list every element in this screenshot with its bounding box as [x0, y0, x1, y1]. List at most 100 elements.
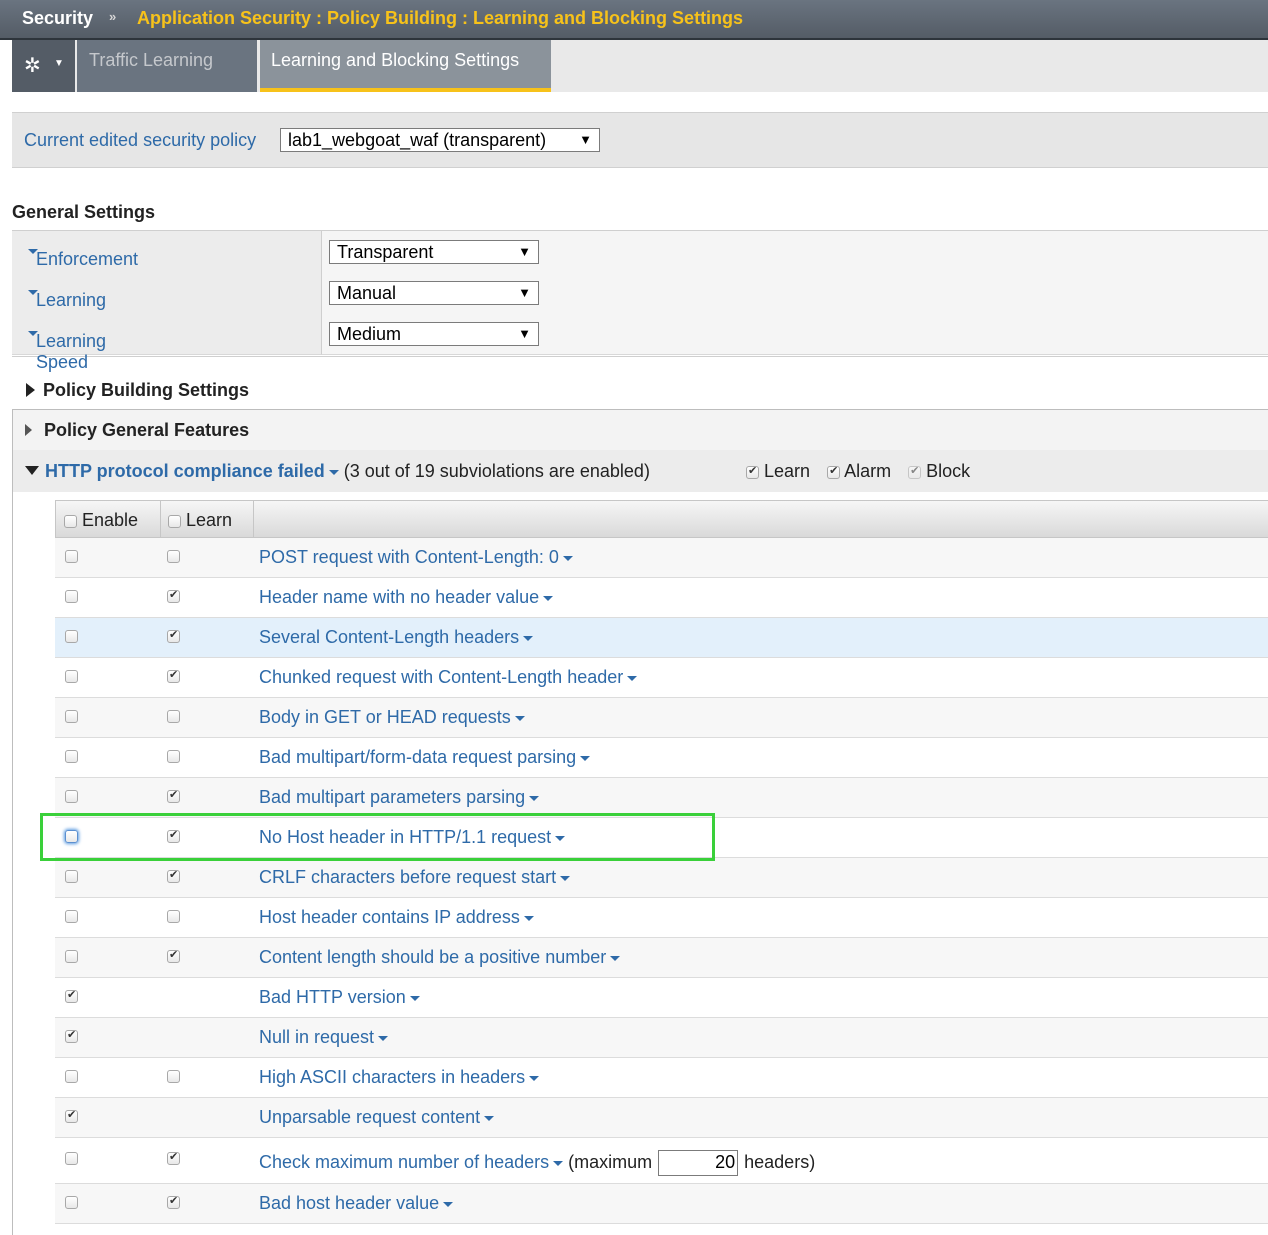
table-row: Chunked request with Content-Length head… [55, 658, 1268, 698]
subviolation-link[interactable]: Content length should be a positive numb… [259, 947, 606, 967]
learn-checkbox[interactable] [167, 1070, 180, 1083]
collapse-arrow-icon[interactable] [25, 466, 39, 475]
learn-checkbox[interactable] [167, 628, 180, 643]
subviolation-link[interactable]: Null in request [259, 1027, 374, 1047]
subviolation-link[interactable]: Chunked request with Content-Length head… [259, 667, 623, 687]
block-flag-label: Block [926, 461, 971, 481]
caret-down-icon[interactable] [409, 995, 420, 1001]
subviolation-label: Unparsable request content [259, 1107, 495, 1128]
enable-checkbox[interactable] [65, 710, 78, 723]
table-row: High ASCII characters in headers [55, 1058, 1268, 1098]
enable-checkbox[interactable] [65, 1070, 78, 1083]
subviolation-link[interactable]: Bad host header value [259, 1193, 439, 1213]
learn-checkbox[interactable] [167, 1150, 180, 1165]
tab-learning-blocking-settings[interactable]: Learning and Blocking Settings [260, 40, 551, 92]
caret-down-icon[interactable] [529, 1075, 540, 1081]
dropdown-arrow-icon: ▼ [579, 132, 592, 147]
subviolation-label: Bad host header value [259, 1193, 454, 1214]
enable-checkbox[interactable] [65, 1108, 78, 1123]
learn-checkbox[interactable] [167, 750, 180, 763]
enable-checkbox[interactable] [65, 910, 78, 923]
enable-checkbox[interactable] [65, 630, 78, 643]
breadcrumb-root[interactable]: Security [22, 8, 93, 29]
general-settings-table: Enforcement Mode Transparent▼ Learning M… [12, 230, 1268, 372]
caret-down-icon[interactable] [443, 1201, 454, 1207]
learn-checkbox[interactable] [167, 948, 180, 963]
learn-checkbox[interactable] [167, 668, 180, 683]
subviolation-link[interactable]: High ASCII characters in headers [259, 1067, 525, 1087]
enable-checkbox[interactable] [65, 1196, 78, 1209]
subviolation-link[interactable]: Body in GET or HEAD requests [259, 707, 511, 727]
subviolation-link[interactable]: Check maximum number of headers [259, 1152, 549, 1172]
policy-general-features-toggle[interactable]: Policy General Features [25, 420, 249, 441]
table-row: Host header contains IP address [55, 898, 1268, 938]
learn-checkbox[interactable] [167, 868, 180, 883]
enable-checkbox[interactable] [65, 670, 78, 683]
caret-down-icon[interactable] [378, 1035, 389, 1041]
enforcement-mode-row: Enforcement Mode Transparent▼ [12, 231, 1268, 290]
caret-down-icon[interactable] [610, 955, 621, 961]
learn-checkbox[interactable] [167, 1194, 180, 1209]
http-compliance-header: HTTP protocol compliance failed (3 out o… [13, 450, 1268, 492]
caret-down-icon[interactable] [523, 915, 534, 921]
http-compliance-link[interactable]: HTTP protocol compliance failed [45, 461, 325, 481]
enforcement-mode-label[interactable]: Enforcement Mode [24, 240, 138, 290]
learn-all-checkbox[interactable] [168, 514, 181, 528]
learn-checkbox[interactable] [167, 550, 180, 563]
learning-mode-label[interactable]: Learning Mode [24, 281, 106, 331]
policy-select[interactable]: lab1_webgoat_waf (transparent) ▼ [280, 128, 600, 152]
alarm-flag-checkbox[interactable] [827, 464, 841, 479]
learn-checkbox[interactable] [167, 910, 180, 923]
caret-down-icon[interactable] [562, 555, 573, 561]
general-settings-title: General Settings [12, 202, 156, 222]
caret-down-icon[interactable] [484, 1115, 495, 1121]
caret-down-icon[interactable] [529, 795, 540, 801]
enable-all-checkbox[interactable] [64, 514, 77, 528]
table-row: Body in GET or HEAD requests [55, 698, 1268, 738]
subviolation-link[interactable]: Several Content-Length headers [259, 627, 519, 647]
learning-speed-select[interactable]: Medium ▼ [329, 322, 539, 346]
subviolation-label: Bad multipart/form-data request parsing [259, 747, 591, 768]
enable-checkbox[interactable] [65, 870, 78, 883]
learn-checkbox[interactable] [167, 710, 180, 723]
enforcement-mode-select[interactable]: Transparent ▼ [329, 240, 539, 264]
caret-down-icon[interactable] [523, 635, 534, 641]
subviolation-label: Host header contains IP address [259, 907, 534, 928]
enable-checkbox[interactable] [65, 750, 78, 763]
subviolation-link[interactable]: Host header contains IP address [259, 907, 520, 927]
enable-checkbox[interactable] [65, 950, 78, 963]
caret-down-icon[interactable] [580, 755, 591, 761]
enable-checkbox[interactable] [65, 988, 78, 1003]
gear-menu-button[interactable]: ✲ ▼ [12, 40, 75, 92]
policy-selector-bar: Current edited security policy lab1_webg… [12, 112, 1268, 168]
enable-checkbox[interactable] [65, 1028, 78, 1043]
max-headers-input[interactable]: 20 [658, 1150, 739, 1176]
enable-checkbox[interactable] [65, 1152, 78, 1165]
caret-down-icon[interactable] [514, 715, 525, 721]
enable-checkbox[interactable] [65, 590, 78, 603]
subviolation-label: Content length should be a positive numb… [259, 947, 621, 968]
subviolation-link[interactable]: Bad multipart/form-data request parsing [259, 747, 576, 767]
enable-checkbox[interactable] [65, 790, 78, 803]
subviolation-link[interactable]: Header name with no header value [259, 587, 539, 607]
caret-down-icon[interactable] [553, 1160, 564, 1166]
learning-speed-label[interactable]: Learning Speed [24, 322, 106, 372]
subviolation-link[interactable]: Unparsable request content [259, 1107, 480, 1127]
subviolation-link[interactable]: Bad HTTP version [259, 987, 406, 1007]
learning-mode-select[interactable]: Manual ▼ [329, 281, 539, 305]
policy-building-settings-toggle[interactable]: Policy Building Settings [26, 380, 249, 401]
tab-traffic-learning[interactable]: Traffic Learning [77, 40, 257, 92]
dropdown-arrow-icon: ▼ [518, 326, 531, 341]
subviolation-link[interactable]: Bad multipart parameters parsing [259, 787, 525, 807]
learn-checkbox[interactable] [167, 788, 180, 803]
caret-down-icon[interactable] [627, 675, 638, 681]
caret-down-icon[interactable] [560, 875, 571, 881]
subviolation-link[interactable]: CRLF characters before request start [259, 867, 556, 887]
enable-checkbox[interactable] [65, 550, 78, 563]
caret-down-icon[interactable] [328, 469, 339, 475]
learn-flag-checkbox[interactable] [746, 464, 759, 479]
tab-label: Traffic Learning [89, 50, 214, 70]
caret-down-icon[interactable] [543, 595, 554, 601]
learn-checkbox[interactable] [167, 588, 180, 603]
subviolation-link[interactable]: POST request with Content-Length: 0 [259, 547, 559, 567]
